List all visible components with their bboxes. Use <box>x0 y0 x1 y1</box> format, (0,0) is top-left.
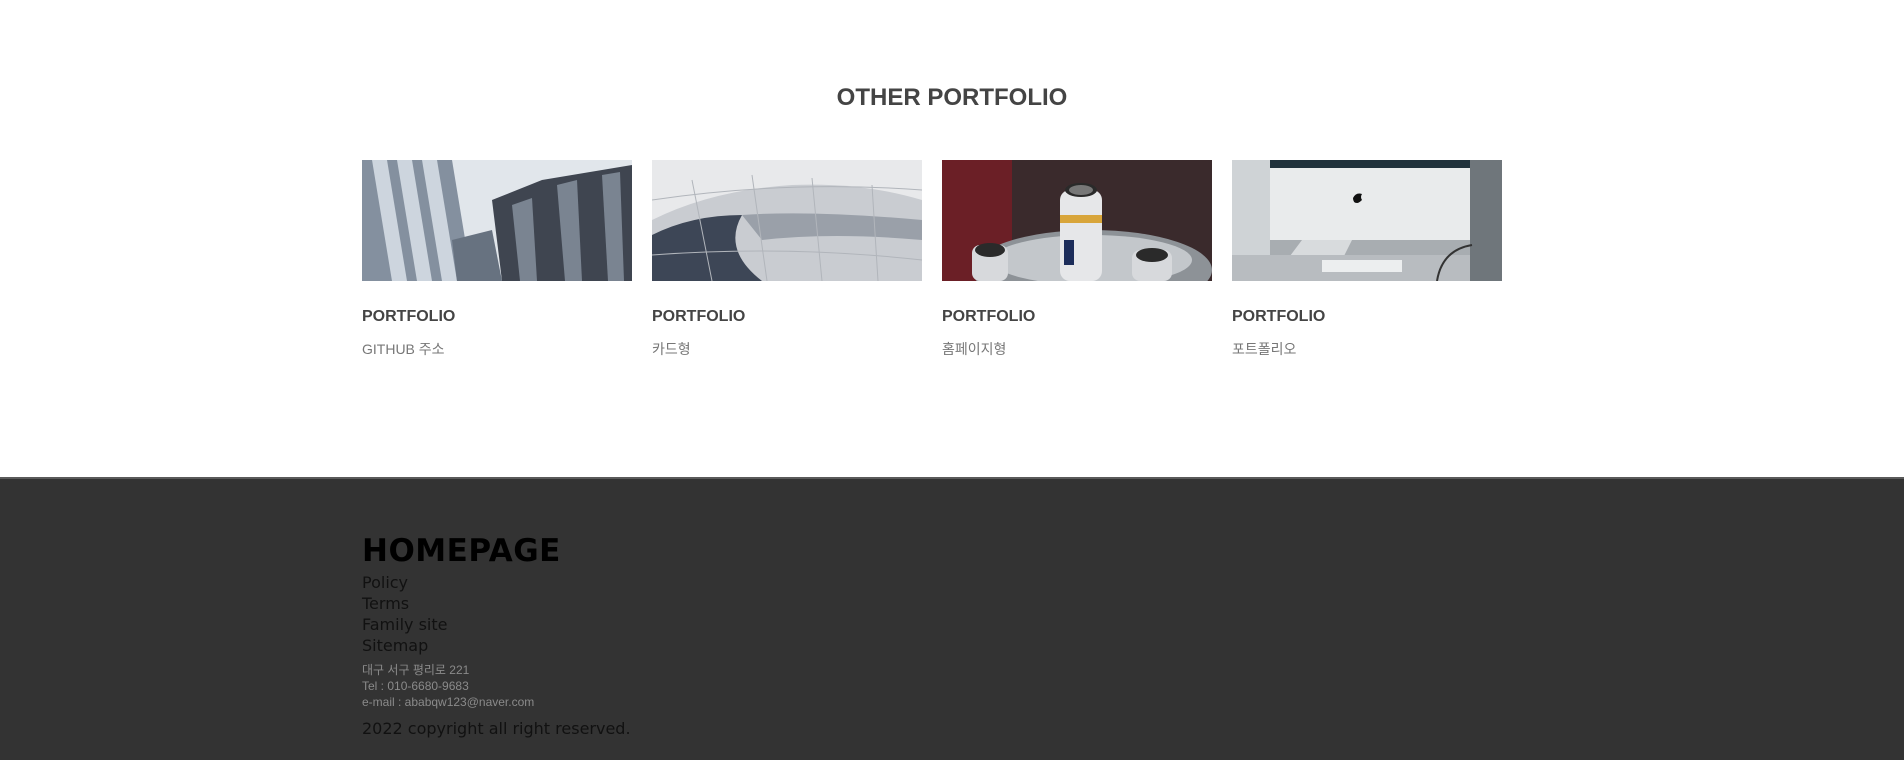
portfolio-card[interactable]: PORTFOLIO 포트폴리오 <box>1232 160 1502 359</box>
card-title: PORTFOLIO <box>942 308 1036 325</box>
card-subtitle[interactable]: 카드형 <box>652 339 922 359</box>
card-subtitle[interactable]: GITHUB 주소 <box>362 339 632 359</box>
footer: HOMEPAGE Policy Terms Family site Sitema… <box>0 477 1904 760</box>
buildings-photo[interactable] <box>362 160 632 281</box>
card-title: PORTFOLIO <box>362 308 456 325</box>
imac-photo[interactable] <box>1232 160 1502 281</box>
footer-logo[interactable]: HOMEPAGE <box>362 534 631 568</box>
card-subtitle[interactable]: 홈페이지형 <box>942 339 1212 359</box>
portfolio-card[interactable]: PORTFOLIO 카드형 <box>652 160 922 359</box>
footer-link-family-site[interactable]: Family site <box>362 614 631 635</box>
copyright-text: 2022 copyright all right reserved. <box>362 719 631 738</box>
bottles-photo[interactable] <box>942 160 1212 281</box>
card-title: PORTFOLIO <box>652 308 746 325</box>
footer-links: Policy Terms Family site Sitemap <box>362 572 631 656</box>
footer-content: HOMEPAGE Policy Terms Family site Sitema… <box>362 534 631 738</box>
portfolio-cards: PORTFOLIO GITHUB 주소 PORTFOLIO 카드형 PORTFO… <box>362 160 1502 359</box>
portfolio-card[interactable]: PORTFOLIO GITHUB 주소 <box>362 160 632 359</box>
portfolio-card[interactable]: PORTFOLIO 홈페이지형 <box>942 160 1212 359</box>
footer-link-sitemap[interactable]: Sitemap <box>362 635 631 656</box>
section-title: OTHER PORTFOLIO <box>836 84 1068 111</box>
address-text: 대구 서구 평리로 221 <box>362 663 470 677</box>
metal-facade-photo[interactable] <box>652 160 922 281</box>
card-title: PORTFOLIO <box>1232 308 1326 325</box>
contact-info: 대구 서구 평리로 221 Tel : 010-6680-9683 e-mail… <box>362 662 631 710</box>
portfolio-section: OTHER PORTFOLIO PORTFOLIO GITHUB 주소 PORT… <box>0 0 1904 477</box>
tel-text: Tel : 010-6680-9683 <box>362 679 469 693</box>
email-text: e-mail : ababqw123@naver.com <box>362 695 535 709</box>
card-subtitle[interactable]: 포트폴리오 <box>1232 339 1502 359</box>
footer-link-terms[interactable]: Terms <box>362 593 631 614</box>
footer-link-policy[interactable]: Policy <box>362 572 631 593</box>
